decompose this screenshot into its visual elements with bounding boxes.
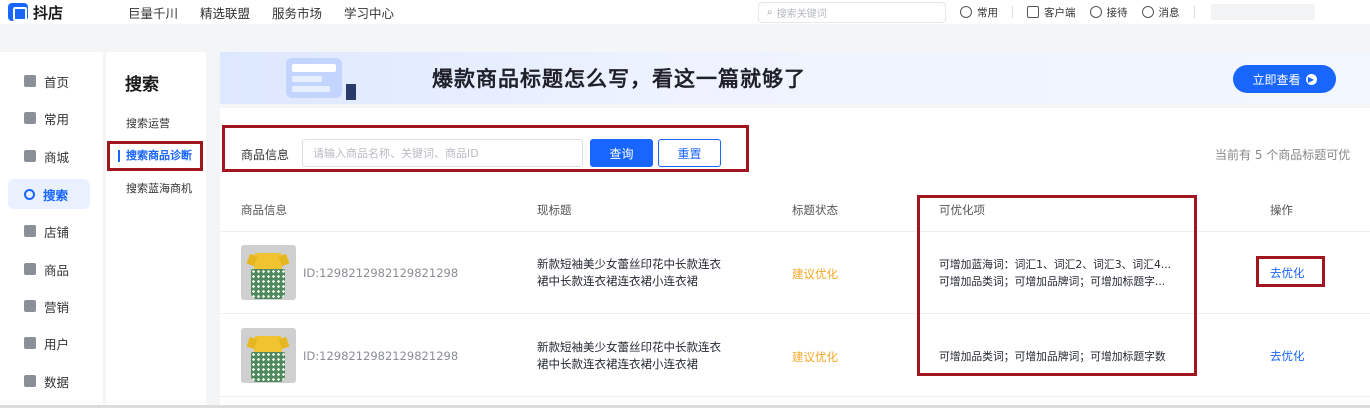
sidebar-item-label: 常用 [44, 111, 70, 127]
sidebar-item-label: 营销 [44, 299, 70, 315]
highlight-box-subnav [107, 141, 203, 171]
title-status-badge: 建议优化 [792, 350, 838, 364]
column-header-title-status: 标题状态 [792, 203, 838, 217]
sidebar-item-label: 商城 [44, 149, 70, 165]
sidebar-item-products[interactable]: 商品 [8, 254, 90, 284]
download-icon [1027, 6, 1039, 18]
tool-messages-label: 消息 [1158, 6, 1180, 19]
subnav-item-blue-ocean[interactable]: 搜索蓝海商机 [126, 180, 192, 196]
shirt-graphic [254, 336, 282, 352]
top-nav-item-learning-center[interactable]: 学习中心 [344, 3, 394, 22]
sidebar-item-label: 用户 [44, 336, 70, 352]
product-thumbnail[interactable] [241, 245, 296, 300]
bell-icon [1141, 6, 1154, 18]
top-right-tools: ⌕ 搜索关键词 常用 客户端 接待 消息 [758, 1, 1315, 23]
tool-frequent[interactable]: 常用 [960, 5, 998, 20]
home-icon [24, 75, 36, 87]
sidebar: 首页 常用 商城 搜索 店铺 商品 营销 用户 数据 [0, 52, 103, 408]
sidebar-item-mall[interactable]: 商城 [8, 141, 90, 171]
document-illustration-icon [286, 58, 356, 100]
search-icon [24, 188, 35, 200]
divider [220, 396, 1370, 397]
divider [220, 313, 1370, 314]
sidebar-item-search[interactable]: 搜索 [8, 179, 90, 209]
top-nav: 巨量千川 精选联盟 服务市场 学习中心 [128, 3, 394, 22]
banner-view-now-button[interactable]: 立即查看 ▶ [1233, 65, 1336, 93]
column-header-actions: 操作 [1270, 203, 1293, 217]
top-nav-item-service-market[interactable]: 服务市场 [272, 3, 322, 22]
sidebar-item-shop[interactable]: 店铺 [8, 216, 90, 246]
product-id: ID:1298212982129821298 [303, 349, 459, 363]
shop-icon [24, 225, 36, 237]
star-icon [24, 112, 36, 124]
store-icon [24, 150, 36, 162]
headset-icon [1089, 6, 1102, 18]
top-bar: 抖店 巨量千川 精选联盟 服务市场 学习中心 ⌕ 搜索关键词 常用 客户端 接待… [0, 0, 1370, 24]
optimize-link[interactable]: 去优化 [1270, 348, 1305, 364]
sidebar-item-marketing[interactable]: 营销 [8, 291, 90, 321]
tool-client[interactable]: 客户端 [1027, 5, 1076, 20]
arrow-right-icon: ▶ [1305, 73, 1317, 85]
result-count-text: 当前有 5 个商品标题可优 [1215, 148, 1351, 162]
divider [1012, 6, 1013, 18]
sidebar-item-data[interactable]: 数据 [8, 366, 90, 396]
tool-messages[interactable]: 消息 [1141, 5, 1180, 20]
tool-reception-label: 接待 [1106, 6, 1128, 19]
product-icon [24, 263, 36, 275]
user-account[interactable] [1210, 4, 1315, 20]
top-nav-item-qianchuan[interactable]: 巨量千川 [128, 3, 178, 22]
banner-title: 爆款商品标题怎么写，看这一篇就够了 [432, 67, 806, 91]
product-title: 新款短袖美少女蕾丝印花中长款连衣裙中长款连衣裙连衣裙小连衣裙 [537, 257, 721, 288]
skirt-graphic [251, 269, 285, 299]
divider [1193, 6, 1195, 18]
clock-icon [960, 6, 972, 18]
sidebar-item-label: 数据 [44, 374, 70, 390]
sidebar-item-label: 商品 [44, 262, 70, 278]
sidebar-item-home[interactable]: 首页 [8, 66, 90, 96]
column-header-product-info: 商品信息 [241, 203, 287, 217]
tool-client-label: 客户端 [1044, 6, 1076, 19]
product-thumbnail[interactable] [241, 328, 296, 383]
product-title: 新款短袖美少女蕾丝印花中长款连衣裙中长款连衣裙连衣裙小连衣裙 [537, 340, 721, 371]
logo-icon [8, 3, 28, 21]
search-icon: ⌕ [767, 6, 773, 18]
logo[interactable]: 抖店 [8, 2, 118, 23]
top-nav-item-alliance[interactable]: 精选联盟 [200, 3, 250, 22]
search-placeholder: 搜索关键词 [776, 8, 827, 20]
sidebar-item-label: 搜索 [43, 187, 69, 203]
title-status-badge: 建议优化 [792, 267, 838, 281]
sidebar-item-frequent[interactable]: 常用 [8, 103, 90, 133]
megaphone-icon [24, 300, 36, 312]
banner-button-label: 立即查看 [1252, 72, 1301, 87]
highlight-box-filter [222, 125, 749, 172]
global-search-input[interactable]: ⌕ 搜索关键词 [758, 1, 946, 23]
sidebar-item-label: 首页 [44, 74, 70, 90]
logo-text: 抖店 [33, 3, 64, 22]
product-id: ID:1298212982129821298 [303, 266, 459, 280]
sub-nav: 搜索 搜索运营 搜索商品诊断 搜索蓝海商机 [106, 52, 206, 408]
sidebar-item-users[interactable]: 用户 [8, 328, 90, 358]
subnav-item-search-operation[interactable]: 搜索运营 [126, 115, 170, 131]
user-icon [24, 337, 36, 349]
subnav-title: 搜索 [125, 75, 159, 95]
shirt-graphic [254, 253, 282, 269]
sidebar-item-label: 店铺 [44, 224, 70, 240]
highlight-box-action [1256, 256, 1325, 287]
tool-reception[interactable]: 接待 [1089, 5, 1128, 20]
column-header-current-title: 现标题 [537, 203, 572, 217]
highlight-box-optimizations [917, 195, 1197, 376]
skirt-graphic [251, 352, 285, 382]
promo-banner: 爆款商品标题怎么写，看这一篇就够了 立即查看 ▶ [220, 52, 1370, 104]
tool-frequent-label: 常用 [977, 6, 998, 19]
pie-chart-icon [24, 375, 36, 387]
divider [220, 231, 1370, 232]
